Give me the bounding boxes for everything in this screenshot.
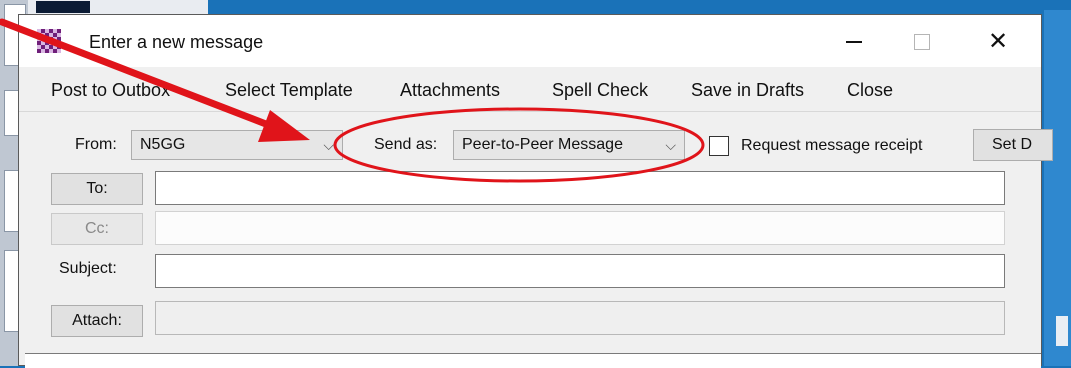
attach-button[interactable]: Attach: — [51, 305, 143, 337]
cc-field[interactable] — [155, 211, 1005, 245]
chevron-down-icon: ⌵ — [665, 137, 676, 153]
menu-close[interactable]: Close — [847, 80, 893, 101]
app-icon — [37, 29, 61, 53]
set-default-button[interactable]: Set D — [973, 129, 1053, 161]
maximize-icon — [914, 34, 930, 50]
request-receipt-label[interactable]: Request message receipt — [741, 137, 922, 155]
to-button-label: To: — [86, 180, 108, 197]
to-field[interactable] — [155, 171, 1005, 205]
cc-button[interactable]: Cc: — [51, 213, 143, 245]
minimize-icon — [846, 41, 862, 43]
attach-field — [155, 301, 1005, 335]
title-bar: Enter a new message ✕ — [19, 15, 1041, 67]
close-icon: ✕ — [987, 28, 1009, 55]
request-receipt-checkbox[interactable] — [709, 136, 729, 156]
subject-label: Subject: — [59, 260, 117, 277]
chevron-down-icon: ⌵ — [323, 137, 334, 153]
to-button[interactable]: To: — [51, 173, 143, 205]
close-window-button[interactable]: ✕ — [975, 25, 1021, 59]
maximize-button[interactable] — [899, 25, 945, 59]
desktop-thumbnail — [36, 1, 90, 13]
desktop-thumbnail — [1056, 316, 1068, 346]
from-label: From: — [75, 136, 117, 153]
send-as-dropdown[interactable]: Peer-to-Peer Message ⌵ — [453, 130, 685, 160]
menu-save-in-drafts[interactable]: Save in Drafts — [691, 80, 804, 101]
attach-button-label: Attach: — [72, 312, 122, 329]
cc-button-label: Cc: — [85, 220, 109, 237]
menu-bar: Post to Outbox Select Template Attachmen… — [19, 67, 1041, 112]
menu-spell-check[interactable]: Spell Check — [552, 80, 648, 101]
window-title: Enter a new message — [89, 32, 264, 52]
from-dropdown[interactable]: N5GG ⌵ — [131, 130, 343, 160]
menu-post-to-outbox[interactable]: Post to Outbox — [51, 80, 170, 101]
message-header-form: From: N5GG ⌵ Send as: Peer-to-Peer Messa… — [19, 112, 1053, 367]
send-as-value: Peer-to-Peer Message — [462, 136, 623, 153]
menu-select-template[interactable]: Select Template — [225, 80, 353, 101]
from-value: N5GG — [140, 136, 186, 153]
desktop-right-strip — [1044, 10, 1071, 366]
desktop-top-window — [28, 0, 208, 15]
new-message-window: Enter a new message ✕ Post to Outbox Sel… — [18, 14, 1053, 368]
subject-field[interactable] — [155, 254, 1005, 288]
minimize-button[interactable] — [831, 25, 877, 59]
send-as-label: Send as: — [374, 136, 438, 153]
menu-attachments[interactable]: Attachments — [400, 80, 500, 101]
